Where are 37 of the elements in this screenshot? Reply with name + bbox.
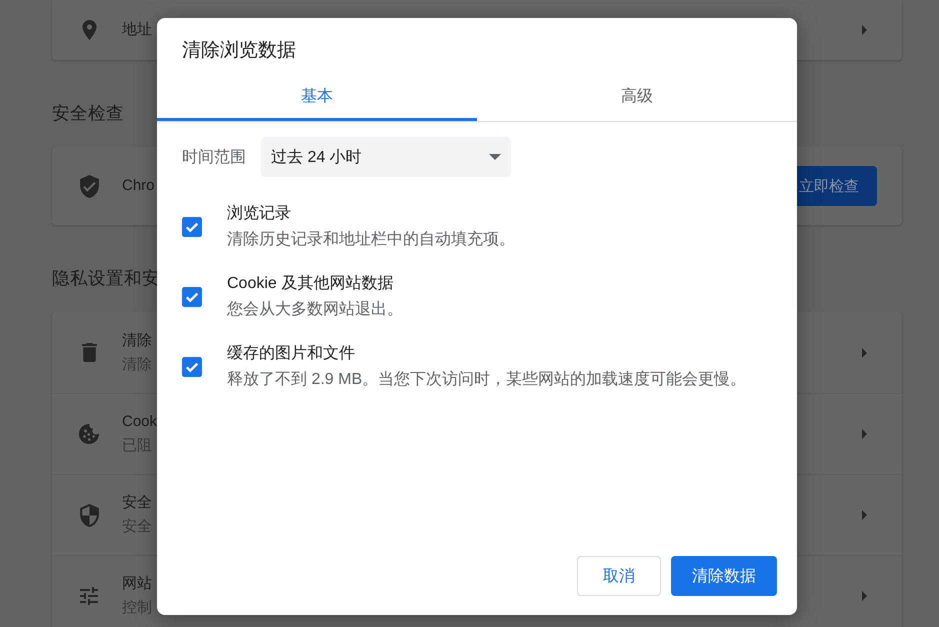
row-title: 网站 [122,574,152,594]
section-heading: 安全检查 [52,102,124,125]
checkbox[interactable] [182,357,202,377]
sliders-icon [80,587,98,605]
section-heading: 隐私设置和安 [52,267,160,290]
caret-right-icon [862,348,867,358]
checkbox[interactable] [182,287,202,307]
option-description: 释放了不到 2.9 MB。当您下次访问时，某些网站的加载速度可能会更慢。 [227,370,746,390]
half-shield-icon [80,504,98,526]
caret-right-icon [862,25,867,35]
row-title: 地址 [122,20,152,40]
checkbox[interactable] [182,217,202,237]
confirm-button[interactable]: 清除数据 [671,556,777,596]
option-label: Cookie 及其他网站数据 [227,274,394,294]
option-description: 您会从大多数网站退出。 [227,300,403,320]
shield-check-icon [80,174,98,198]
row-title: 清除 [122,330,152,350]
option-description: 清除历史记录和地址栏中的自动填充项。 [227,230,515,250]
row-title: Chro [122,176,155,196]
caret-right-icon [862,591,867,601]
dialog-title: 清除浏览数据 [182,39,296,63]
row-title: 安全 [122,493,152,513]
trash-icon [82,343,96,362]
caret-right-icon [862,510,867,520]
row-title: Cook [122,412,158,432]
time-range-select[interactable]: 过去 24 小时 [261,137,511,177]
tab[interactable]: 高级 [477,72,797,121]
caret-down-icon [489,154,501,160]
option-label: 浏览记录 [227,204,291,224]
check-now-button[interactable]: 立即检查 [797,166,877,206]
location-pin-icon [82,20,96,40]
option-label: 缓存的图片和文件 [227,344,355,364]
caret-right-icon [862,429,867,439]
tab[interactable]: 基本 [157,72,477,121]
cancel-button[interactable]: 取消 [577,556,661,596]
cookie-icon [79,424,99,444]
time-range-label: 时间范围 [182,148,246,168]
